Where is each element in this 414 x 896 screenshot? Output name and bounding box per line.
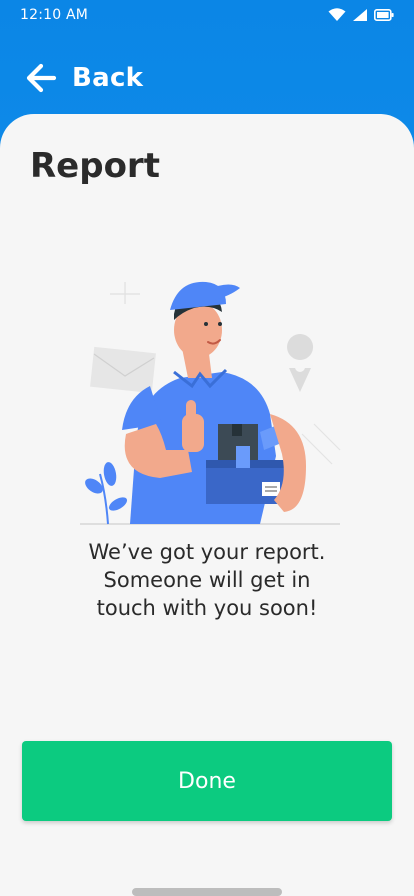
back-button[interactable]: Back bbox=[24, 56, 143, 100]
arrow-left-icon bbox=[26, 63, 57, 93]
report-card: Report We’ve got your report. Someone wi… bbox=[0, 114, 414, 896]
back-label: Back bbox=[72, 63, 144, 93]
confirmation-message: We’ve got your report. Someone will get … bbox=[40, 538, 374, 622]
status-icons bbox=[328, 8, 394, 22]
message-line: We’ve got your report. bbox=[88, 540, 326, 564]
delivery-man-illustration bbox=[80, 281, 341, 525]
wifi-icon bbox=[328, 8, 346, 21]
message-line: touch with you soon! bbox=[96, 596, 318, 620]
home-indicator[interactable] bbox=[132, 888, 282, 896]
done-button[interactable]: Done bbox=[22, 741, 392, 821]
message-line: Someone will get in bbox=[103, 568, 311, 592]
page-title: Report bbox=[30, 146, 160, 186]
status-time: 12:10 AM bbox=[20, 7, 89, 23]
status-bar: 12:10 AM bbox=[0, 0, 414, 32]
battery-icon bbox=[374, 9, 394, 21]
signal-icon bbox=[353, 9, 367, 21]
